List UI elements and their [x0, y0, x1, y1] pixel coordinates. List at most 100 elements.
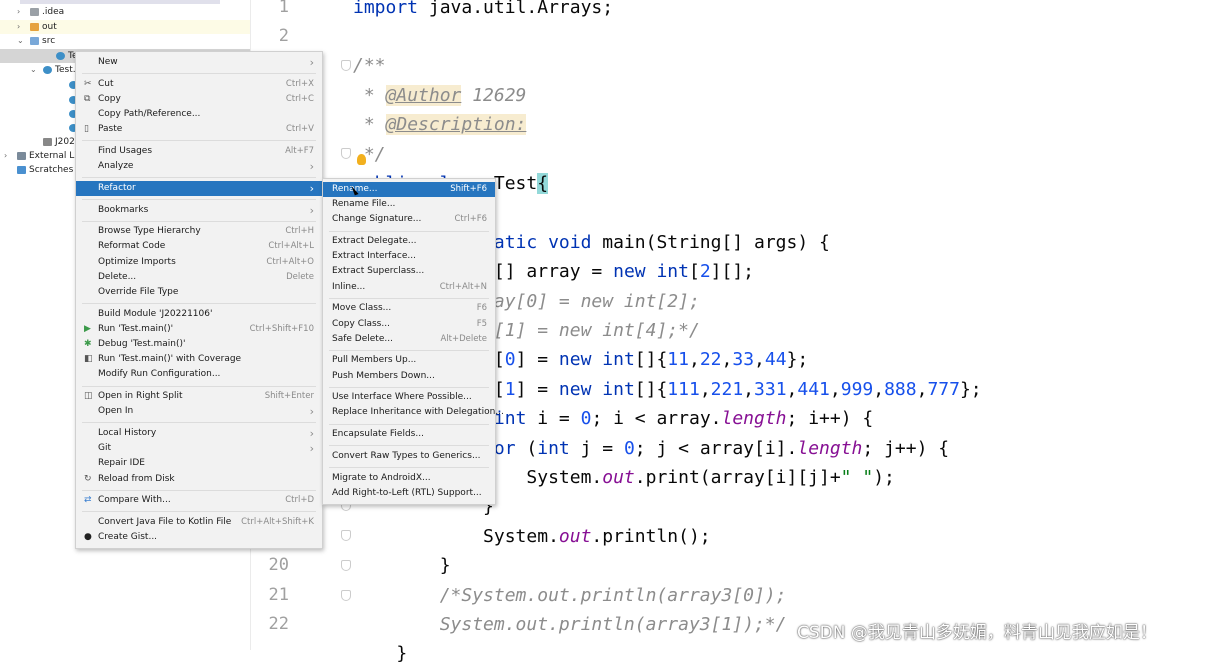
- menu-item-refactor[interactable]: Refactor ›: [76, 180, 322, 196]
- menu-item-create-gist[interactable]: ● Create Gist...: [76, 530, 322, 545]
- code-line[interactable]: * @Author 12629: [353, 81, 526, 110]
- menu-item-repair-ide[interactable]: Repair IDE: [76, 456, 322, 471]
- menu-separator: [82, 303, 316, 305]
- code-token: ] =: [515, 378, 559, 400]
- menu-item-label: Open In: [98, 406, 134, 417]
- fold-marker-icon[interactable]: [341, 148, 351, 159]
- copy-icon: ⧉: [84, 93, 91, 104]
- menu-item-paste[interactable]: ▯ Paste Ctrl+V: [76, 122, 322, 137]
- menu-item-open-in-right-split[interactable]: ◫ Open in Right Split Shift+Enter: [76, 389, 322, 404]
- menu-item-safe-delete[interactable]: Safe Delete... Alt+Delete: [323, 332, 495, 347]
- code-token: System.out.println(array3[1]);*/: [353, 613, 787, 635]
- chevron-right-icon[interactable]: ›: [4, 149, 7, 163]
- menu-item-compare-with[interactable]: ⇄ Compare With... Ctrl+D: [76, 493, 322, 508]
- menu-item-label: Open in Right Split: [98, 391, 183, 402]
- code-token: 111: [667, 378, 700, 400]
- code-token: ,: [743, 378, 755, 400]
- menu-item-cut[interactable]: ✂ Cut Ctrl+X: [76, 77, 322, 92]
- tree-item[interactable]: › .idea: [0, 5, 250, 19]
- menu-item-use-interface-where-possible[interactable]: Use Interface Where Possible...: [323, 390, 495, 405]
- menu-item-browse-type-hierarchy[interactable]: Browse Type Hierarchy Ctrl+H: [76, 224, 322, 239]
- code-line[interactable]: }: [353, 639, 407, 668]
- menu-separator: [82, 73, 316, 75]
- code-token: 0: [623, 437, 635, 459]
- folder-icon: [30, 37, 39, 45]
- menu-item-copy-path-reference[interactable]: Copy Path/Reference...: [76, 107, 322, 122]
- fold-marker-icon[interactable]: [341, 560, 351, 571]
- menu-item-git[interactable]: Git ›: [76, 441, 322, 456]
- code-token: }: [353, 643, 408, 665]
- menu-item-label: Build Module 'J20221106': [98, 308, 213, 319]
- menu-item-local-history[interactable]: Local History ›: [76, 426, 322, 441]
- menu-item-replace-inheritance-with-delegation[interactable]: Replace Inheritance with Delegation...: [323, 405, 504, 420]
- fold-marker-icon[interactable]: [341, 590, 351, 601]
- java-class-icon: [56, 52, 65, 60]
- tree-item-label: Scratches a: [29, 165, 82, 175]
- menu-item-copy[interactable]: ⧉ Copy Ctrl+C: [76, 92, 322, 107]
- chevron-right-icon[interactable]: ›: [17, 20, 20, 34]
- code-token: System.: [353, 525, 559, 547]
- menu-item-bookmarks[interactable]: Bookmarks ›: [76, 203, 322, 218]
- code-line[interactable]: * @Description:: [353, 110, 527, 139]
- menu-item-run-test-main-with-coverage[interactable]: ◧ Run 'Test.main()' with Coverage: [76, 352, 322, 367]
- menu-item-rename-file[interactable]: Rename File...: [323, 197, 495, 212]
- code-line[interactable]: System.out.println(array3[1]);*/: [353, 610, 787, 639]
- menu-item-convert-java-file-to-kotlin-file[interactable]: Convert Java File to Kotlin File Ctrl+Alt…: [76, 515, 322, 530]
- code-token: ; i++) {: [786, 408, 874, 430]
- menu-item-modify-run-configuration[interactable]: Modify Run Configuration...: [76, 367, 322, 382]
- code-token: ,: [829, 378, 841, 400]
- code-line[interactable]: import java.util.Arrays;: [353, 0, 613, 22]
- menu-item-open-in[interactable]: Open In ›: [76, 404, 322, 419]
- menu-item-reformat-code[interactable]: Reformat Code Ctrl+Alt+L: [76, 239, 322, 254]
- code-line[interactable]: }: [353, 551, 451, 580]
- menu-item-extract-interface[interactable]: Extract Interface...: [323, 249, 495, 264]
- debug-icon: ✱: [84, 339, 92, 349]
- menu-item-move-class[interactable]: Move Class... F6: [323, 301, 495, 316]
- tree-item[interactable]: ⌄ src: [0, 34, 250, 48]
- code-line[interactable]: System.out.println();: [353, 522, 711, 551]
- menu-item-change-signature[interactable]: Change Signature... Ctrl+F6: [323, 212, 495, 227]
- menu-item-extract-delegate[interactable]: Extract Delegate...: [323, 234, 495, 249]
- chevron-right-icon: ›: [309, 56, 314, 69]
- menu-item-label: Extract Superclass...: [332, 266, 425, 277]
- code-line[interactable]: /**: [353, 51, 386, 80]
- menu-item-inline[interactable]: Inline... Ctrl+Alt+N: [323, 280, 495, 295]
- chevron-down-icon[interactable]: ⌄: [30, 63, 37, 77]
- menu-item-new[interactable]: New ›: [76, 55, 322, 70]
- menu-item-shortcut: Ctrl+V: [285, 124, 314, 135]
- menu-item-analyze[interactable]: Analyze ›: [76, 159, 322, 174]
- chevron-down-icon[interactable]: ⌄: [17, 34, 24, 48]
- menu-item-copy-class[interactable]: Copy Class... F5: [323, 317, 495, 332]
- menu-item-optimize-imports[interactable]: Optimize Imports Ctrl+Alt+O: [76, 255, 322, 270]
- menu-item-delete[interactable]: Delete... Delete: [76, 270, 322, 285]
- refactor-submenu: Rename... Shift+F6 Rename File... Change Si…: [322, 178, 504, 505]
- fold-marker-icon[interactable]: [341, 60, 351, 71]
- project-root-row[interactable]: [20, 0, 220, 4]
- menu-item-migrate-to-androidx[interactable]: Migrate to AndroidX...: [323, 471, 495, 486]
- menu-item-shortcut: Ctrl+Alt+O: [266, 256, 314, 267]
- menu-separator: [329, 349, 489, 351]
- menu-item-extract-superclass[interactable]: Extract Superclass...: [323, 264, 495, 279]
- menu-item-pull-members-up[interactable]: Pull Members Up...: [323, 353, 495, 368]
- menu-item-convert-raw-types-to-generics[interactable]: Convert Raw Types to Generics...: [323, 449, 495, 464]
- menu-item-reload-from-disk[interactable]: ↻ Reload from Disk: [76, 472, 322, 487]
- menu-item-push-members-down[interactable]: Push Members Down...: [323, 369, 495, 384]
- menu-item-find-usages[interactable]: Find Usages Alt+F7: [76, 144, 322, 159]
- menu-item-add-right-to-left-rtl-support[interactable]: Add Right-to-Left (RTL) Support...: [323, 486, 495, 501]
- code-token: " ": [840, 466, 874, 488]
- menu-item-debug-test-main[interactable]: ✱ Debug 'Test.main()': [76, 337, 322, 352]
- code-token: length: [721, 408, 787, 430]
- fold-marker-icon[interactable]: [341, 530, 351, 541]
- menu-item-override-file-type[interactable]: Override File Type: [76, 285, 322, 300]
- menu-item-encapsulate-fields[interactable]: Encapsulate Fields...: [323, 427, 495, 442]
- menu-item-rename[interactable]: Rename... Shift+F6: [323, 182, 495, 198]
- chevron-right-icon[interactable]: ›: [17, 5, 20, 19]
- code-token: ,: [916, 378, 928, 400]
- code-line[interactable]: /*System.out.println(array3[0]);: [353, 581, 787, 610]
- code-token: [: [688, 261, 700, 283]
- lightbulb-icon[interactable]: [357, 154, 366, 165]
- menu-item-build-module-j20221106[interactable]: Build Module 'J20221106': [76, 307, 322, 322]
- code-token: java.util.Arrays;: [418, 0, 614, 18]
- menu-item-run-test-main[interactable]: ▶ Run 'Test.main()' Ctrl+Shift+F10: [76, 322, 322, 337]
- tree-item[interactable]: › out: [0, 20, 250, 34]
